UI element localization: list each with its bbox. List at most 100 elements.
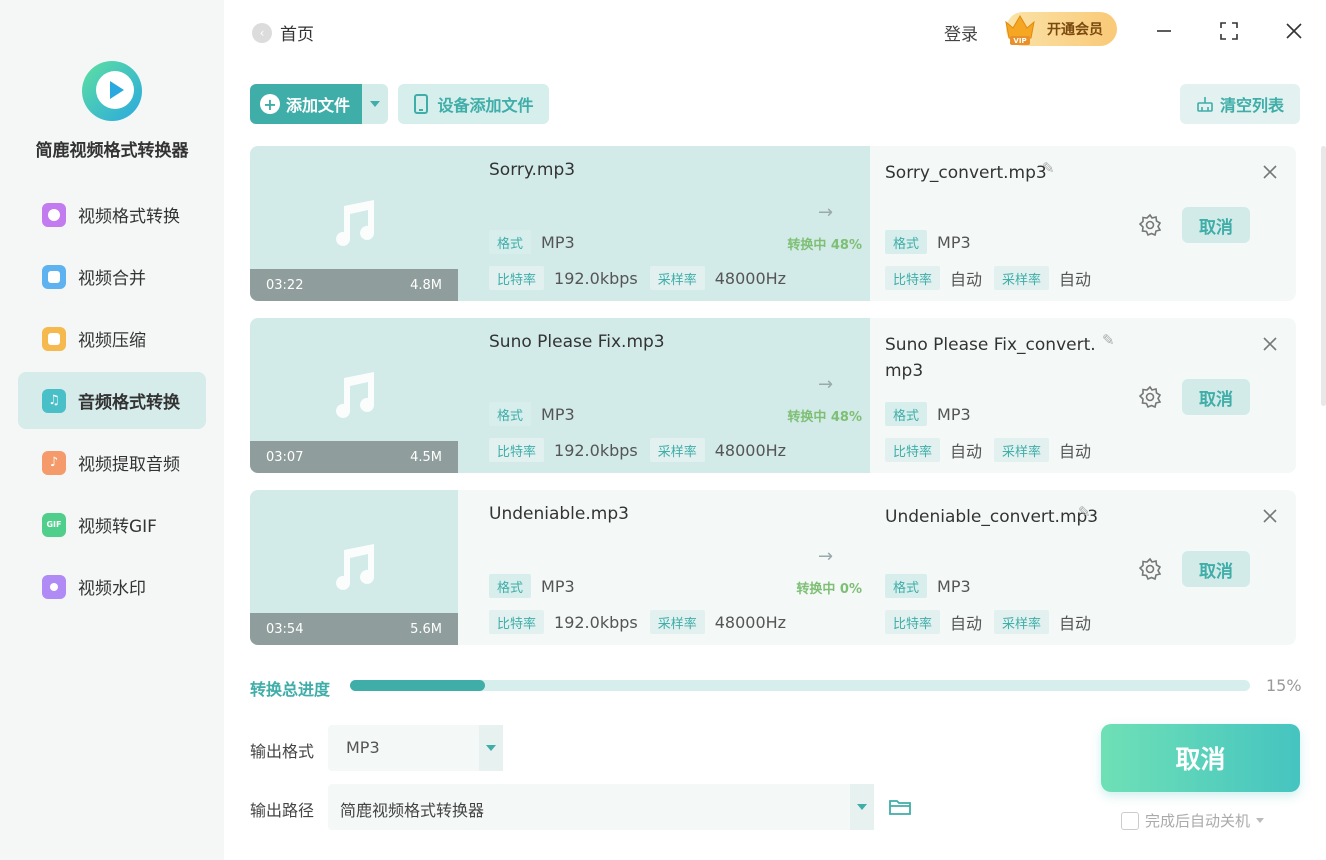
bitrate-value: 192.0kbps	[554, 612, 638, 632]
output-format-row: 格式 MP3	[885, 402, 983, 426]
maximize-button[interactable]	[1216, 18, 1242, 44]
output-info: Suno Please Fix_convert.mp3 ✎ 格式 MP3 比特率…	[870, 318, 1296, 473]
bitrate-row: 比特率 192.0kbps 采样率 48000Hz	[489, 610, 798, 634]
output-samplerate-value: 自动	[1059, 614, 1092, 633]
remove-file-icon[interactable]	[1260, 506, 1280, 526]
format-row: 格式 MP3	[489, 230, 587, 254]
video-merge-icon	[42, 264, 66, 289]
auto-shutdown-checkbox[interactable]	[1121, 811, 1139, 830]
convert-status: 转换中 48%	[787, 410, 862, 425]
output-path-value: 简鹿视频格式转换器	[340, 801, 485, 820]
edit-name-icon[interactable]: ✎	[1042, 159, 1058, 177]
format-row: 格式 MP3	[489, 402, 587, 426]
sidebar-item-video-compress[interactable]: 视频压缩	[18, 310, 206, 367]
sidebar-item-label: 视频压缩	[78, 331, 146, 351]
auto-shutdown-option[interactable]: 完成后自动关机	[1121, 810, 1265, 831]
samplerate-tag: 采样率	[649, 266, 705, 290]
back-home-button[interactable]: ‹ 首页	[252, 20, 314, 45]
sidebar-item-label: 视频水印	[78, 579, 146, 599]
list-scrollbar[interactable]	[1321, 146, 1326, 406]
clear-list-button[interactable]: 清空列表	[1180, 84, 1300, 124]
device-add-file-button[interactable]: 设备添加文件	[398, 84, 549, 124]
settings-gear-icon[interactable]	[1138, 213, 1162, 237]
output-path-select[interactable]: 简鹿视频格式转换器	[328, 784, 874, 830]
output-format-row: 格式 MP3	[885, 574, 983, 598]
format-tag: 格式	[885, 230, 928, 254]
cancel-file-button[interactable]: 取消	[1182, 379, 1250, 415]
output-format-row: 格式 MP3	[885, 230, 983, 254]
edit-name-icon[interactable]: ✎	[1102, 331, 1118, 349]
duration: 03:22	[266, 277, 304, 293]
add-file-dropdown[interactable]	[362, 84, 388, 124]
remove-file-icon[interactable]	[1260, 334, 1280, 354]
arrow-right-icon: →	[818, 202, 834, 223]
source-info: Sorry.mp3 格式 MP3 比特率 192.0kbps 采样率 48000…	[458, 146, 870, 301]
bitrate-tag: 比特率	[885, 610, 941, 634]
app-logo	[82, 61, 142, 121]
remove-file-icon[interactable]	[1260, 162, 1280, 182]
cancel-file-button[interactable]: 取消	[1182, 207, 1250, 243]
format-tag: 格式	[885, 402, 928, 426]
bitrate-value: 192.0kbps	[554, 268, 638, 288]
format-tag: 格式	[885, 574, 928, 598]
bitrate-row: 比特率 192.0kbps 采样率 48000Hz	[489, 438, 798, 462]
watermark-icon	[42, 574, 66, 599]
settings-gear-icon[interactable]	[1138, 385, 1162, 409]
output-format-select[interactable]: MP3	[328, 725, 503, 771]
device-add-label: 设备添加文件	[437, 96, 534, 115]
cancel-all-button[interactable]: 取消	[1101, 724, 1300, 792]
chevron-down-icon	[479, 725, 503, 771]
sidebar-item-watermark[interactable]: 视频水印	[18, 558, 206, 615]
phone-icon	[414, 94, 429, 114]
chevron-down-icon	[370, 101, 380, 107]
extract-audio-icon: ♪	[42, 450, 66, 475]
bitrate-tag: 比特率	[489, 266, 545, 290]
vip-label: 开通会员	[1047, 22, 1103, 38]
plus-icon: +	[260, 94, 280, 114]
arrow-right-icon: →	[818, 374, 834, 395]
output-samplerate-value: 自动	[1059, 270, 1092, 289]
sidebar-nav: 视频格式转换 视频合并 视频压缩 ♫ 音频格式转换 ♪ 视频提取音频 GIF 视…	[18, 186, 206, 620]
output-filename: Sorry_convert.mp3	[885, 163, 1047, 183]
open-folder-icon[interactable]	[888, 795, 912, 819]
sidebar-item-label: 音频格式转换	[78, 393, 180, 413]
format-row: 格式 MP3	[489, 574, 587, 598]
close-window-button[interactable]	[1281, 18, 1307, 44]
back-label: 首页	[280, 25, 314, 45]
cancel-file-button[interactable]: 取消	[1182, 551, 1250, 587]
samplerate-tag: 采样率	[649, 610, 705, 634]
settings-gear-icon[interactable]	[1138, 557, 1162, 581]
sidebar-item-audio-convert[interactable]: ♫ 音频格式转换	[18, 372, 206, 429]
source-info: Suno Please Fix.mp3 格式 MP3 比特率 192.0kbps…	[458, 318, 870, 473]
output-format-value: MP3	[937, 576, 971, 596]
edit-name-icon[interactable]: ✎	[1078, 503, 1094, 521]
close-icon	[1286, 23, 1302, 39]
output-bitrate-row: 比特率 自动 采样率 自动	[885, 266, 1103, 290]
add-file-button[interactable]: + 添加文件	[250, 84, 362, 124]
duration: 03:54	[266, 621, 304, 637]
total-progress-fill	[350, 680, 485, 691]
format-value: MP3	[541, 404, 575, 424]
format-value: MP3	[541, 576, 575, 596]
sidebar-item-video-merge[interactable]: 视频合并	[18, 248, 206, 305]
output-samplerate-value: 自动	[1059, 442, 1092, 461]
minimize-button[interactable]	[1151, 18, 1177, 44]
chevron-down-icon	[1256, 818, 1265, 823]
sidebar-item-extract-audio[interactable]: ♪ 视频提取音频	[18, 434, 206, 491]
thumb-info-bar: 03:22 4.8M	[250, 269, 458, 301]
samplerate-value: 48000Hz	[714, 440, 787, 460]
sidebar-item-gif[interactable]: GIF 视频转GIF	[18, 496, 206, 553]
clear-list-label: 清空列表	[1219, 96, 1284, 115]
login-link[interactable]: 登录	[944, 20, 978, 45]
output-bitrate-row: 比特率 自动 采样率 自动	[885, 610, 1103, 634]
samplerate-tag: 采样率	[994, 266, 1050, 290]
convert-status: 转换中 0%	[796, 582, 862, 597]
bitrate-tag: 比特率	[489, 610, 545, 634]
bitrate-tag: 比特率	[885, 266, 941, 290]
sidebar-item-video-convert[interactable]: 视频格式转换	[18, 186, 206, 243]
format-value: MP3	[541, 232, 575, 252]
auto-shutdown-label: 完成后自动关机	[1145, 812, 1251, 830]
samplerate-value: 48000Hz	[714, 268, 787, 288]
music-note-icon	[336, 200, 375, 246]
duration: 03:07	[266, 449, 304, 465]
